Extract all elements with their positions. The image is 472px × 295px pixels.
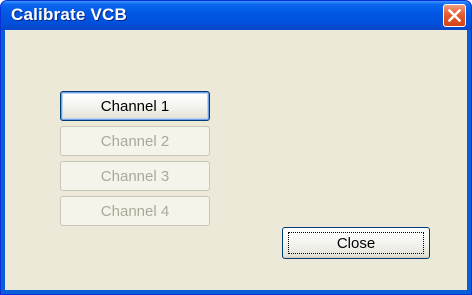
dialog-body: Channel 1 Channel 2 Channel 3 Channel 4 … xyxy=(5,30,467,290)
title-bar[interactable]: Calibrate VCB xyxy=(1,1,471,30)
close-button[interactable]: Close xyxy=(282,227,430,259)
close-label: Close xyxy=(336,234,376,252)
window-close-button[interactable] xyxy=(443,4,466,27)
window-title: Calibrate VCB xyxy=(11,5,127,24)
channel-2-label: Channel 2 xyxy=(100,132,170,150)
channel-3-button: Channel 3 xyxy=(60,161,210,191)
channel-1-label: Channel 1 xyxy=(100,97,170,115)
channel-3-label: Channel 3 xyxy=(100,167,170,185)
close-icon xyxy=(448,9,461,22)
calibrate-vcb-dialog: Calibrate VCB Channel 1 Channel 2 Channe… xyxy=(0,0,472,295)
channel-2-button: Channel 2 xyxy=(60,126,210,156)
channel-4-button: Channel 4 xyxy=(60,196,210,226)
channel-1-button[interactable]: Channel 1 xyxy=(60,91,210,121)
channel-4-label: Channel 4 xyxy=(100,202,170,220)
